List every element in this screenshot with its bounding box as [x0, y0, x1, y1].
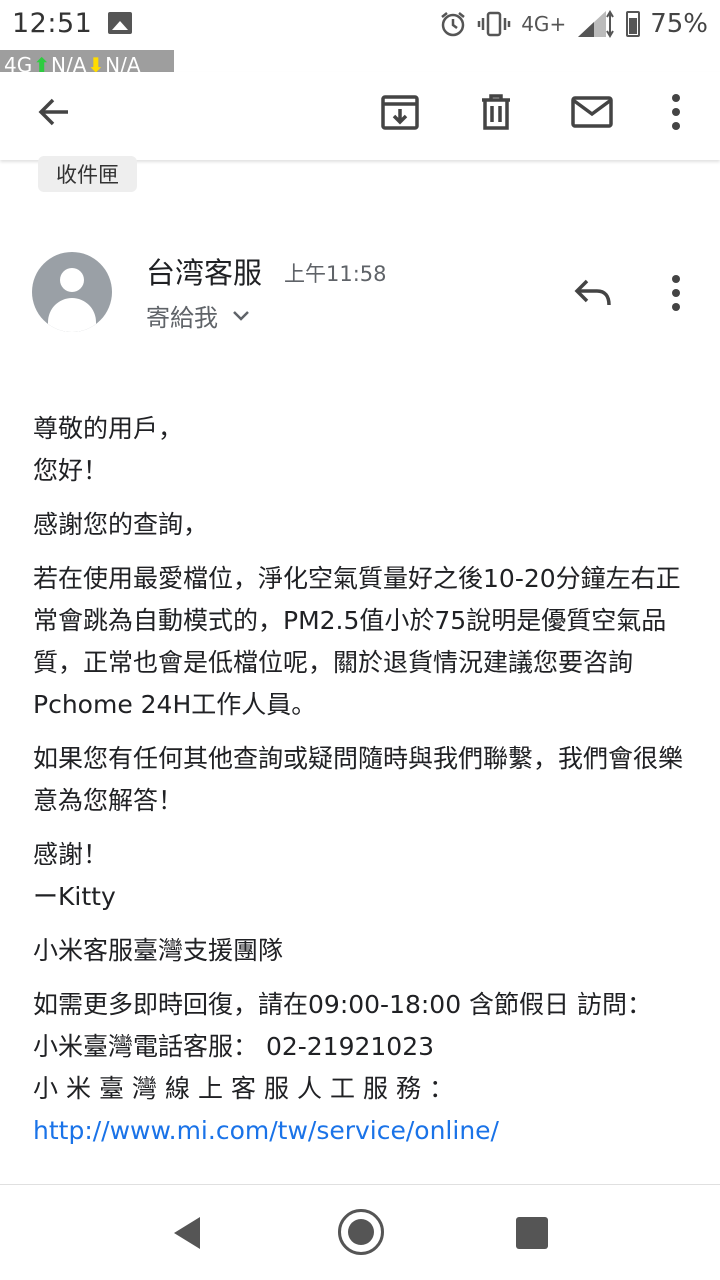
avatar-body	[48, 298, 96, 332]
more-vert-icon	[672, 275, 680, 311]
greeting-block: 尊敬的用戶， 您好！	[33, 408, 693, 492]
archive-button[interactable]	[370, 82, 430, 142]
archive-icon	[381, 95, 419, 130]
online-service-label: 小米臺灣線上客服人工服務：	[33, 1074, 463, 1103]
status-time: 12:51	[12, 8, 93, 39]
delete-button[interactable]	[466, 82, 526, 142]
nav-recent-apps-icon[interactable]	[516, 1217, 548, 1249]
vibrate-icon	[477, 11, 511, 37]
battery-icon	[626, 11, 641, 37]
reply-button[interactable]	[566, 266, 620, 320]
arrow-left-icon	[38, 98, 68, 126]
nav-back-icon[interactable]	[170, 1215, 206, 1251]
team-line: 小米客服臺灣支援團隊	[33, 936, 284, 965]
status-icons: 4G+ 75%	[439, 6, 708, 42]
contact-block: 如需更多即時回復，請在09:00-18:00 含節假日 訪問： 小米臺灣電話客服…	[33, 984, 693, 1152]
hours-line: 如需更多即時回復，請在09:00-18:00 含節假日 訪問：	[33, 990, 653, 1019]
avatar-head	[60, 268, 84, 292]
nav-home-icon[interactable]	[338, 1209, 384, 1255]
mark-unread-button[interactable]	[562, 82, 622, 142]
trash-icon	[482, 94, 510, 130]
image-notification-icon	[108, 12, 132, 34]
app-toolbar	[0, 72, 720, 160]
paragraph-2: 如果您有任何其他查詢或疑問隨時與我們聯繫，我們會很樂意為您解答！	[33, 744, 684, 815]
alarm-icon	[441, 12, 465, 37]
network-type: 4G+	[521, 12, 567, 36]
battery-percent: 75%	[650, 9, 708, 39]
thanks-line: 感謝您的查詢，	[33, 510, 209, 539]
online-service-link[interactable]: http://www.mi.com/tw/service/online/	[33, 1116, 499, 1145]
reply-icon	[574, 279, 611, 306]
message-time: 上午11:58	[284, 262, 387, 286]
status-bar: 12:51 4G+ 75%	[0, 0, 720, 50]
signature-line: ーKitty	[33, 882, 116, 911]
greeting-line-1: 尊敬的用戶，	[33, 414, 184, 443]
system-nav-bar	[0, 1184, 720, 1280]
back-button[interactable]	[24, 82, 84, 142]
more-options-button[interactable]	[646, 82, 706, 142]
phone-line: 小米臺灣電話客服： 02-21921023	[33, 1032, 435, 1061]
mail-icon	[571, 96, 613, 128]
recipient-label: 寄給我	[146, 304, 218, 332]
chevron-down-icon	[233, 310, 249, 321]
message-more-button[interactable]	[650, 266, 702, 320]
signal-icon	[578, 10, 615, 38]
inbox-label-chip[interactable]: 收件匣	[38, 156, 137, 192]
recipient-toggle[interactable]: 寄給我	[146, 298, 250, 333]
sender-name: 台湾客服	[146, 256, 263, 290]
avatar[interactable]	[32, 252, 112, 332]
more-vert-icon	[672, 94, 680, 130]
closing-block: 感謝！ ーKitty	[33, 834, 693, 918]
message-body: 尊敬的用戶， 您好！ 感謝您的查詢， 若在使用最愛檔位，淨化空氣質量好之後10-…	[33, 408, 693, 1164]
greeting-line-2: 您好！	[33, 456, 109, 485]
closing-line: 感謝！	[33, 840, 109, 869]
paragraph-1: 若在使用最愛檔位，淨化空氣質量好之後10-20分鐘左右正常會跳為自動模式的，PM…	[33, 564, 681, 719]
